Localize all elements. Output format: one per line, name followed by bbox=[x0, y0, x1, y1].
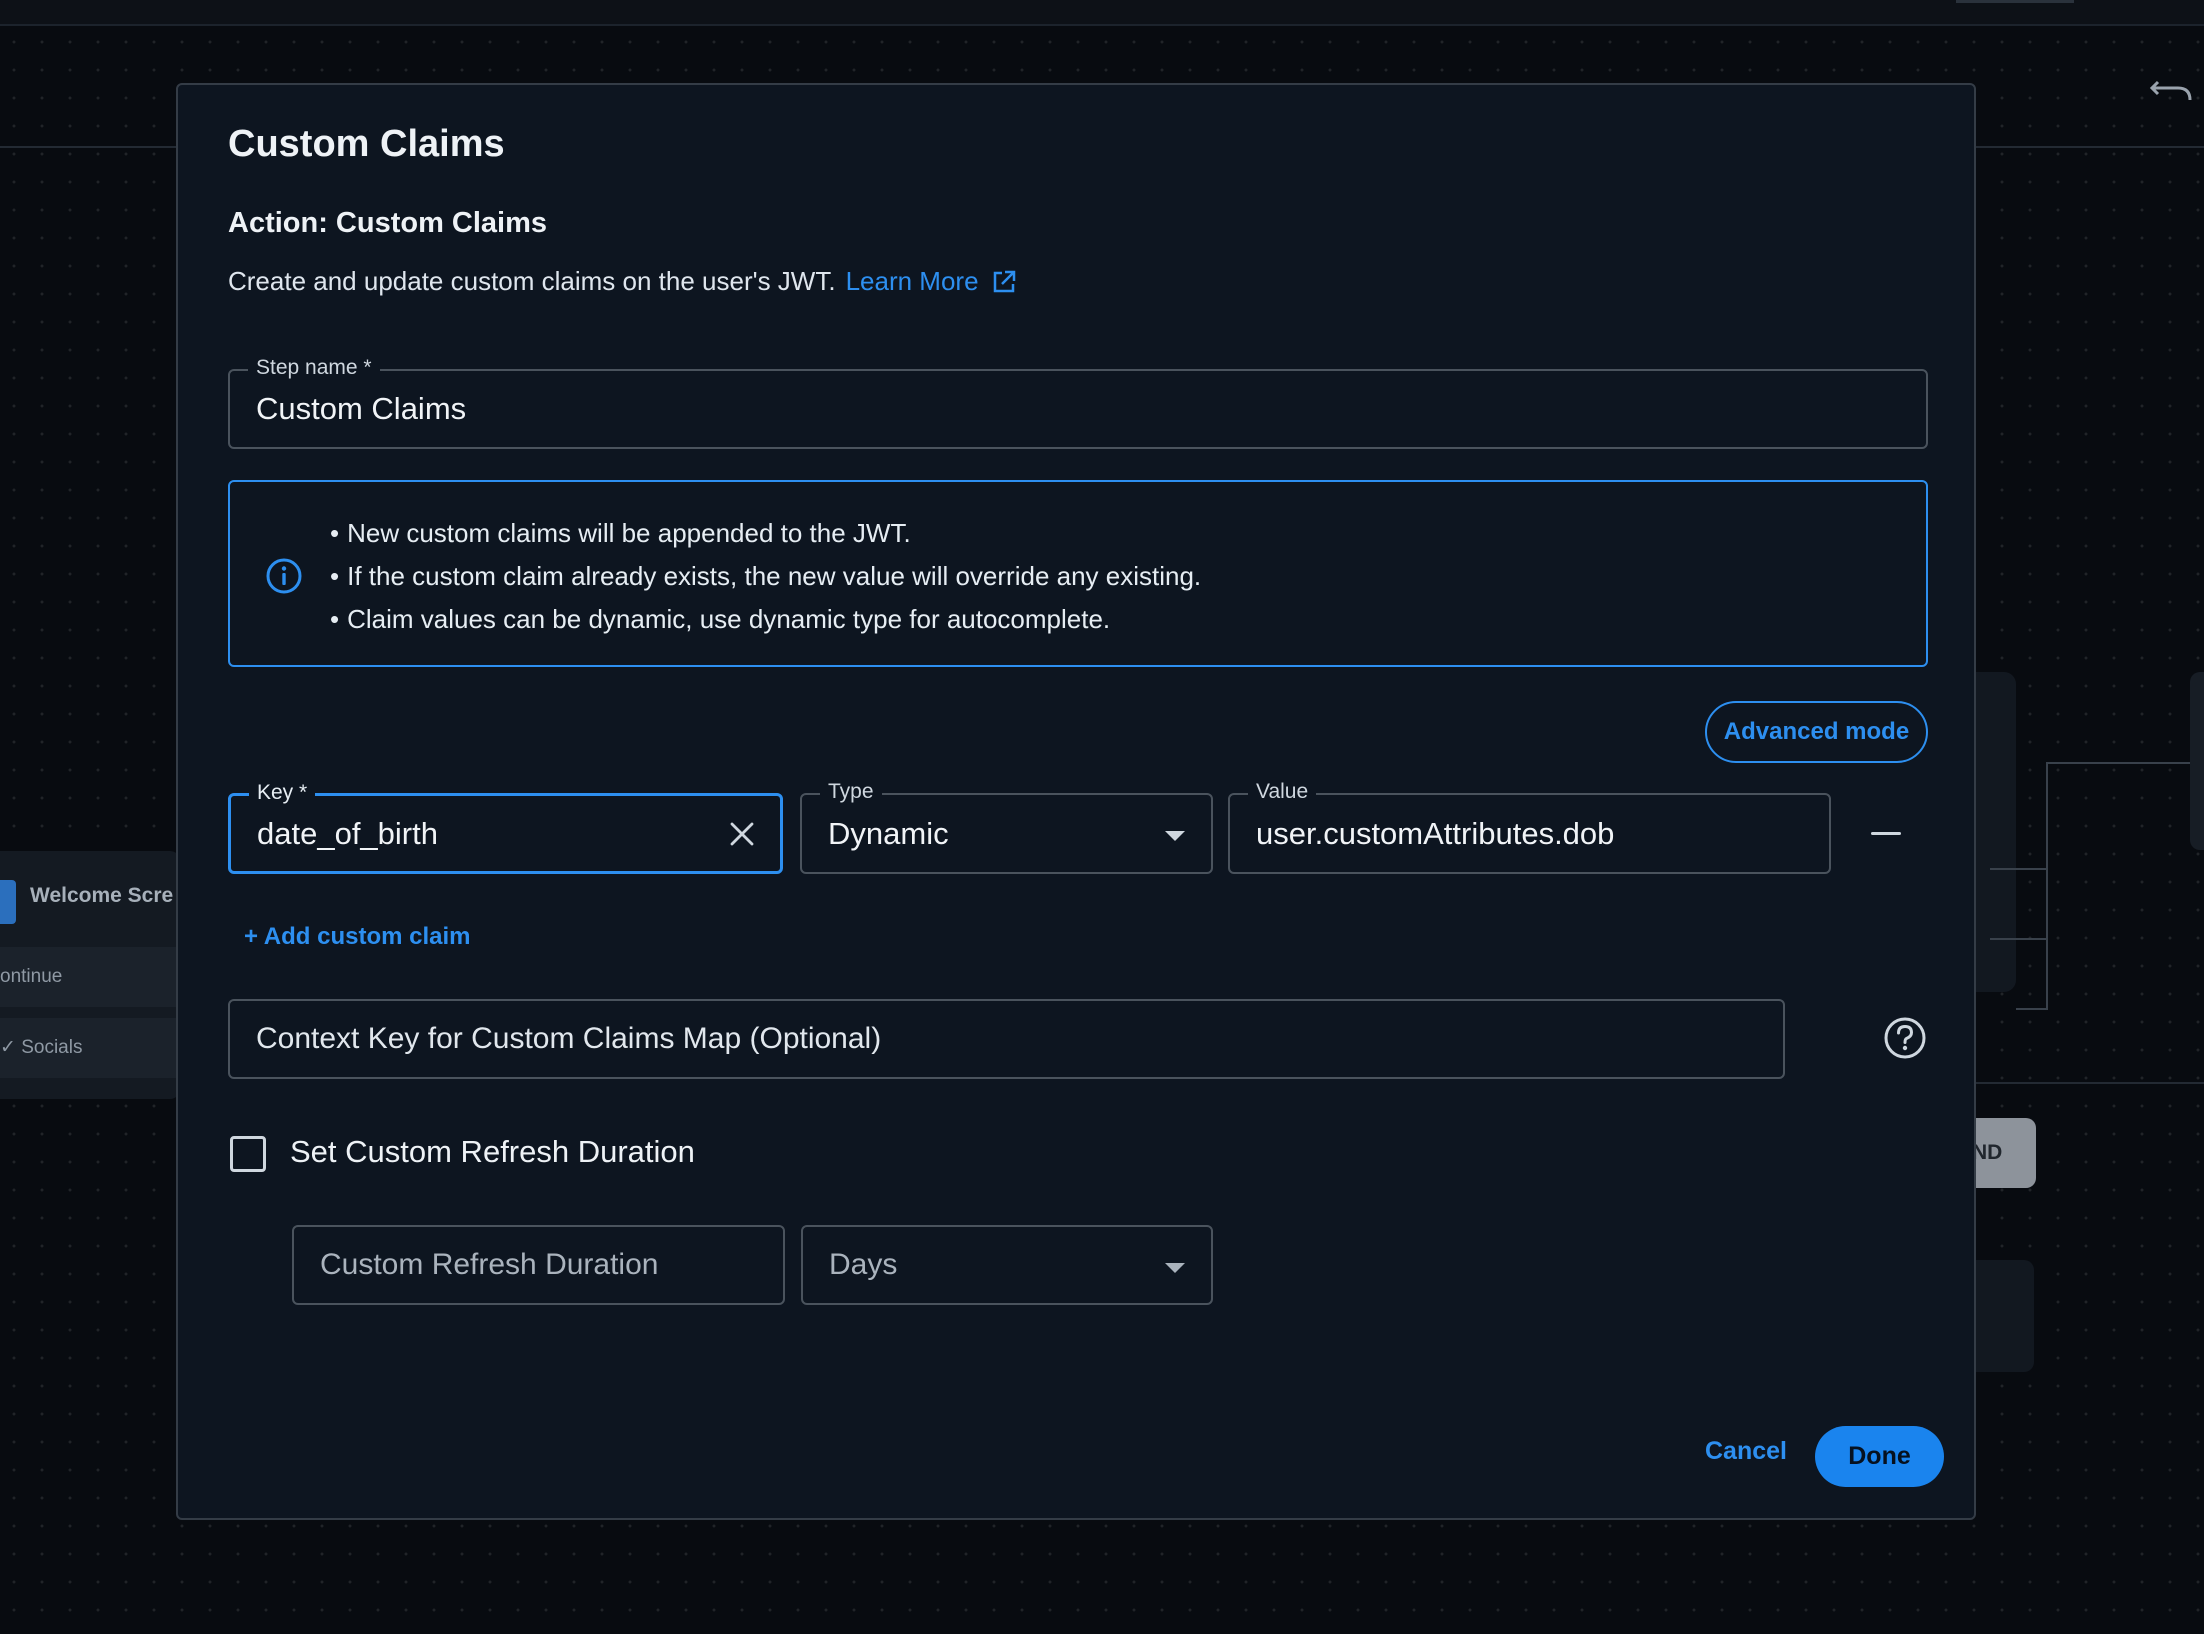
help-icon[interactable] bbox=[1883, 1016, 1927, 1060]
step-name-value[interactable]: Custom Claims bbox=[256, 371, 466, 447]
canvas-node-title: Welcome Scre bbox=[30, 884, 174, 907]
dialog-title: Custom Claims bbox=[228, 123, 505, 165]
claim-key-field[interactable]: Key * date_of_birth bbox=[228, 781, 783, 874]
action-title: Action: Custom Claims bbox=[228, 207, 548, 239]
connector-line bbox=[2048, 762, 2190, 764]
step-name-field[interactable]: Step name * Custom Claims bbox=[228, 356, 1928, 449]
custom-claims-dialog: Custom Claims Action: Custom Claims Crea… bbox=[176, 83, 1976, 1520]
claim-key-value[interactable]: date_of_birth bbox=[257, 796, 438, 871]
info-list: New custom claims will be appended to th… bbox=[330, 512, 1201, 641]
canvas-node-row[interactable]: ✓ Socials bbox=[0, 1018, 180, 1078]
clear-icon[interactable] bbox=[728, 820, 756, 848]
add-custom-claim-button[interactable]: + Add custom claim bbox=[244, 923, 471, 951]
canvas-node-edge[interactable] bbox=[2190, 672, 2204, 850]
action-description: Create and update custom claims on the u… bbox=[228, 266, 1017, 297]
description-text: Create and update custom claims on the u… bbox=[228, 266, 836, 296]
advanced-mode-button[interactable]: Advanced mode bbox=[1705, 701, 1928, 763]
info-item: If the custom claim already exists, the … bbox=[330, 555, 1201, 598]
connector-line bbox=[1990, 868, 2048, 940]
undo-icon[interactable] bbox=[2148, 72, 2194, 106]
refresh-duration-checkbox-label[interactable]: Set Custom Refresh Duration bbox=[290, 1134, 695, 1170]
claim-type-value: Dynamic bbox=[828, 815, 949, 851]
context-key-placeholder[interactable]: Context Key for Custom Claims Map (Optio… bbox=[256, 1001, 881, 1077]
info-item: New custom claims will be appended to th… bbox=[330, 512, 1201, 555]
refresh-unit-select[interactable]: Days bbox=[801, 1225, 1213, 1305]
canvas-divider bbox=[1976, 1082, 2204, 1084]
learn-more-link[interactable]: Learn More bbox=[846, 266, 1017, 297]
canvas-node-row[interactable]: ontinue bbox=[0, 947, 180, 1007]
info-icon bbox=[266, 558, 302, 594]
external-link-icon bbox=[993, 270, 1015, 292]
refresh-unit-value: Days bbox=[829, 1248, 898, 1281]
top-bar bbox=[0, 0, 2204, 26]
chevron-down-icon bbox=[1165, 831, 1185, 841]
chevron-down-icon bbox=[1165, 1263, 1185, 1273]
top-bar-tab[interactable] bbox=[1956, 0, 2074, 3]
info-box: New custom claims will be appended to th… bbox=[228, 480, 1928, 667]
context-key-field[interactable]: Context Key for Custom Claims Map (Optio… bbox=[228, 999, 1785, 1079]
refresh-duration-checkbox[interactable] bbox=[230, 1136, 266, 1172]
minus-icon bbox=[1871, 832, 1901, 835]
claim-value-field[interactable]: Value user.customAttributes.dob bbox=[1228, 780, 1831, 874]
refresh-duration-placeholder[interactable]: Custom Refresh Duration bbox=[320, 1227, 658, 1303]
refresh-duration-input[interactable]: Custom Refresh Duration bbox=[292, 1225, 785, 1305]
claim-type-select[interactable]: Type Dynamic bbox=[800, 780, 1213, 874]
cancel-button[interactable]: Cancel bbox=[1676, 1422, 1816, 1480]
done-button[interactable]: Done bbox=[1815, 1426, 1944, 1487]
screen-icon bbox=[0, 880, 16, 924]
info-item: Claim values can be dynamic, use dynamic… bbox=[330, 598, 1201, 641]
learn-more-label: Learn More bbox=[845, 266, 979, 296]
claim-value-value[interactable]: user.customAttributes.dob bbox=[1256, 795, 1614, 872]
